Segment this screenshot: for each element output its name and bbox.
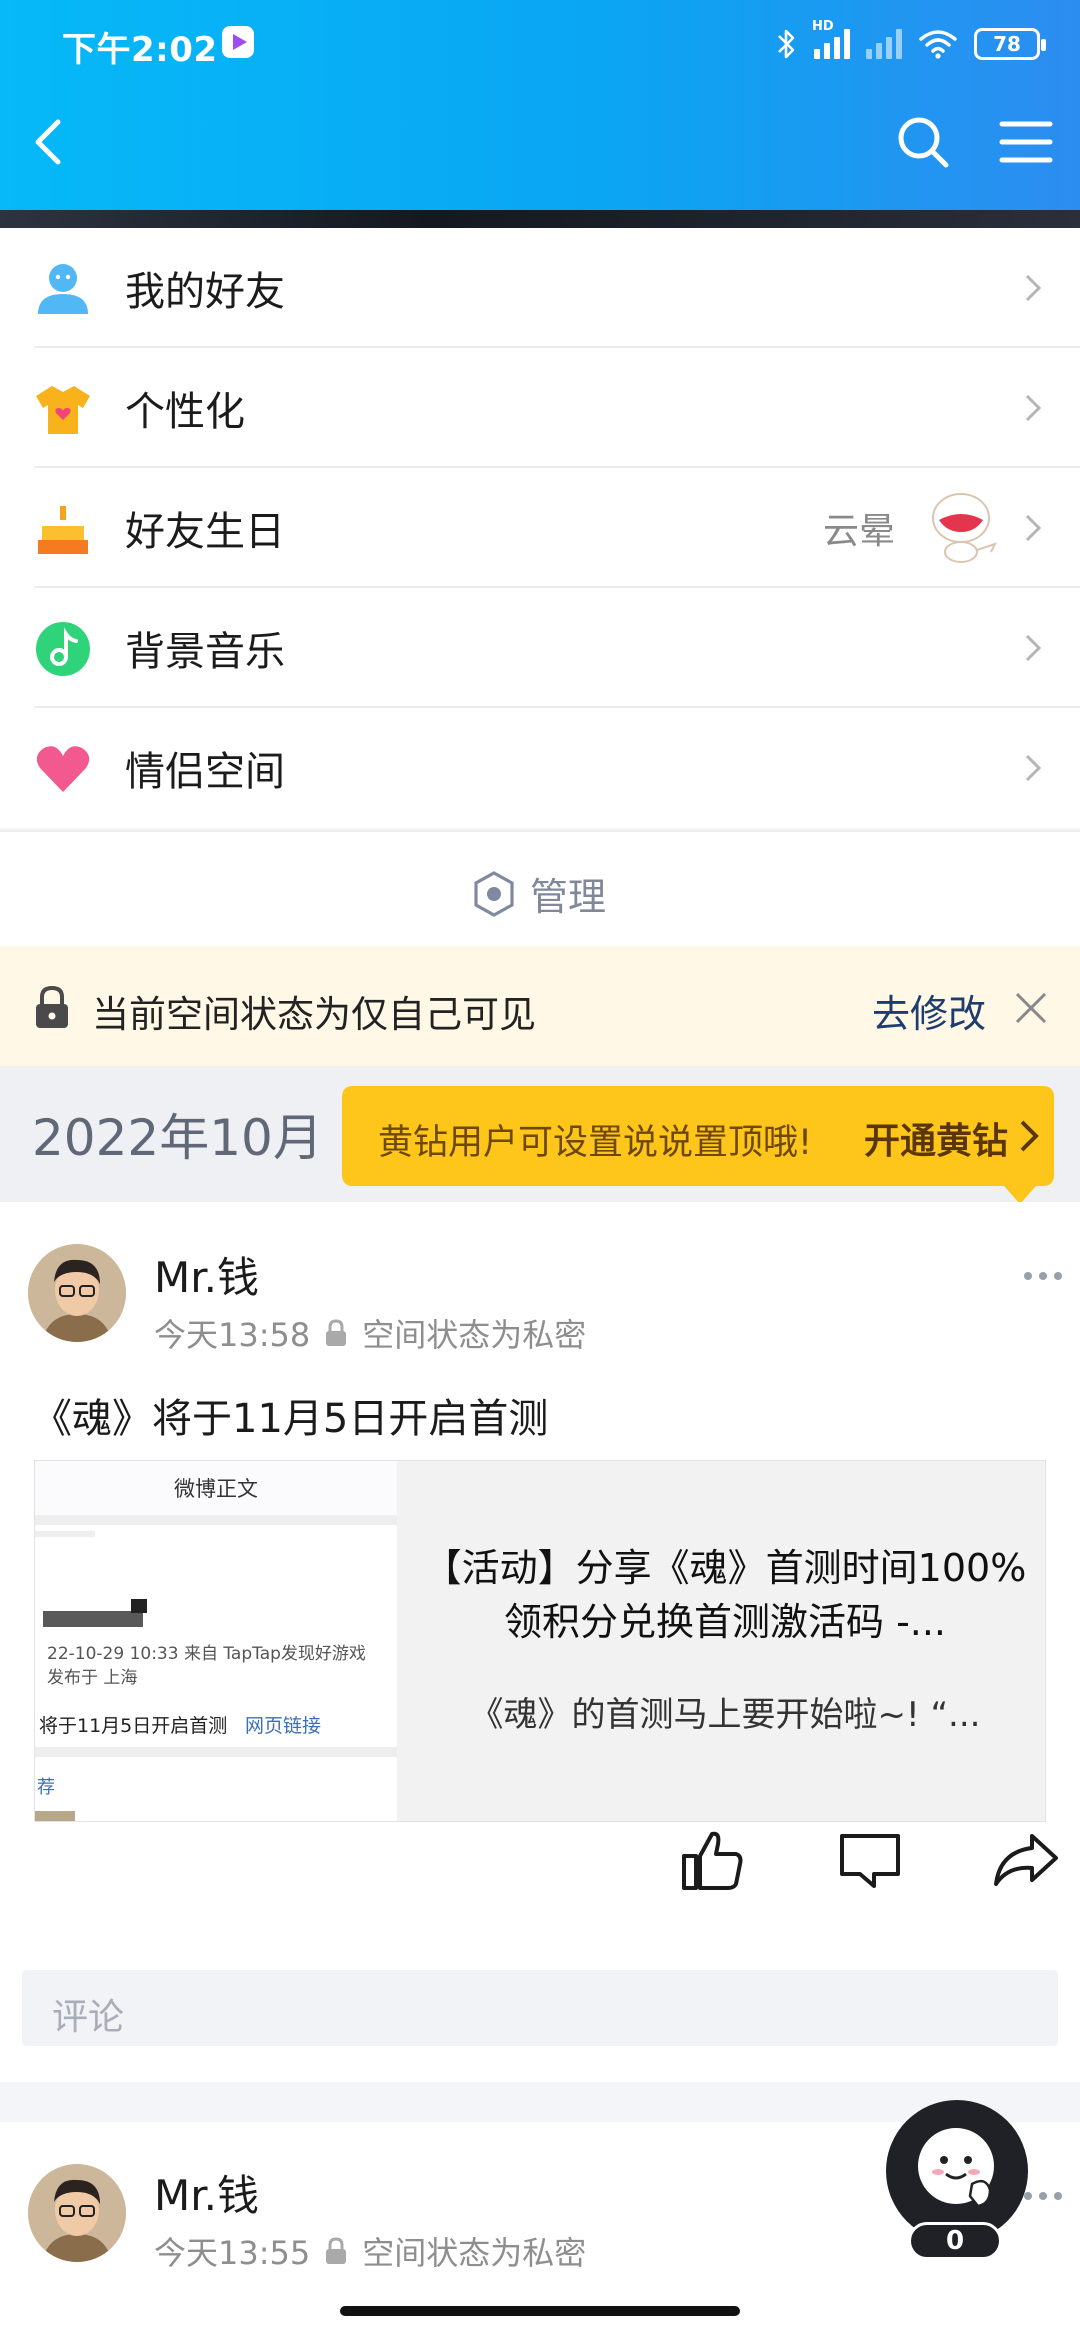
chevron-right-icon [1020,1120,1039,1152]
share-icon[interactable] [990,1824,1062,1896]
comment-input[interactable]: 评论 [22,1970,1058,2046]
manage-button[interactable]: 管理 [0,830,1080,946]
hexagon-settings-icon [474,870,514,917]
thumbnail-tag: 荐 [37,1777,55,1798]
thumbnail-line: 22-10-29 10:33 来自 TapTap发现好游戏 [47,1644,366,1664]
birthday-friend-name: 云晕 [822,511,895,552]
network-type-label: HD [812,19,834,34]
lock-icon [36,985,68,1028]
assistant-badge-count: 0 [908,2222,1002,2260]
post-time: 今天13:55 [154,2234,311,2272]
promo-cta[interactable]: 开通黄钻 [864,1112,1008,1164]
mascot-icon [918,2128,994,2208]
promo-text: 黄钻用户可设置说说置顶哦! [378,1123,813,1163]
lock-icon [326,1319,347,1346]
battery-icon: 78 [974,28,1046,60]
lock-icon [326,2237,347,2264]
more-options-icon[interactable] [1024,1272,1062,1280]
post-privacy: 空间状态为私密 [362,2234,587,2272]
comment-icon[interactable] [834,1824,906,1896]
menu-item-label: 情侣空间 [125,749,285,795]
shared-link-title: 【活动】分享《魂》首测时间100%领积分兑换首测激活码 -... [423,1546,1027,1644]
post-text: 《魂》将于11月5日开启首测 [32,1396,549,1442]
chevron-right-icon [1025,274,1042,302]
cover-image-strip [0,210,1080,228]
battery-level: 78 [993,32,1021,56]
timeline-month-header: 2022年10月 黄钻用户可设置说说置顶哦! 开通黄钻 [0,1066,1080,1204]
search-icon[interactable] [893,112,953,172]
menu-item-friends[interactable]: 我的好友 [0,228,1080,348]
status-bar: 下午2:02 HD 78 [0,0,1080,90]
menu-item-birthday[interactable]: 好友生日 云晕 [0,468,1080,588]
signal-icon-secondary [866,29,902,59]
post-meta: 今天13:55 空间状态为私密 [154,2228,586,2274]
close-icon[interactable] [1013,990,1049,1026]
signal-icon: HD [812,19,850,59]
thumbnail-line: 发布于 上海 [47,1668,138,1688]
modify-link[interactable]: 去修改 [872,983,986,1038]
status-icons: HD 78 [776,19,1046,64]
thumbnail-link: 网页链接 [245,1715,322,1737]
shared-link-card[interactable]: 微博正文 22-10-29 10:33 来自 TapTap发现好游戏 发布于 上… [34,1460,1046,1822]
post-privacy: 空间状态为私密 [362,1316,587,1354]
like-icon[interactable] [676,1824,748,1896]
wifi-icon [919,30,957,59]
menu-item-label: 背景音乐 [125,629,285,675]
notice-text: 当前空间状态为仅自己可见 [92,993,536,1036]
thumbnail-line: 将于11月5日开启首测 [39,1715,228,1737]
birthday-sticker-icon [932,493,997,563]
chevron-right-icon [1025,754,1042,782]
privacy-notice-bar: 当前空间状态为仅自己可见 去修改 [0,946,1080,1066]
comment-placeholder: 评论 [52,1997,125,2038]
tshirt-icon [36,386,90,434]
menu-item-personalize[interactable]: 个性化 [0,348,1080,468]
status-time: 下午2:02 [62,30,218,70]
post-author[interactable]: Mr.钱 [154,1244,259,1305]
post-meta: 今天13:58 空间状态为私密 [154,1310,586,1356]
avatar[interactable] [28,2164,126,2262]
music-note-icon [36,622,90,676]
yellow-diamond-promo-banner[interactable]: 黄钻用户可设置说说置顶哦! 开通黄钻 [342,1086,1054,1204]
bluetooth-icon [778,29,795,59]
avatar[interactable] [28,1244,126,1342]
month-label: 2022年10月 [32,1109,323,1167]
more-options-icon[interactable] [1024,2192,1062,2200]
space-menu: 我的好友 个性化 好友生日 云晕 背景音乐 情侣空间 [0,228,1080,828]
post-time: 今天13:58 [154,1316,311,1354]
heart-icon [36,746,90,792]
menu-item-label: 好友生日 [125,509,285,555]
chevron-right-icon [1025,634,1042,662]
hamburger-menu-icon[interactable] [998,114,1054,170]
floating-assistant-button[interactable] [886,2100,1028,2242]
friends-icon [38,264,88,314]
app-header: 下午2:02 HD 78 [0,0,1080,210]
shared-link-description: 《魂》的首测马上要开始啦~! “... [469,1695,981,1735]
chevron-right-icon [1025,394,1042,422]
app-notification-icon [222,26,254,58]
manage-label: 管理 [530,875,607,919]
feed-post: Mr.钱 今天13:58 空间状态为私密 《魂》将于11月5日开启首测 微博正文… [0,1202,1080,2082]
cake-icon [38,506,88,554]
thumbnail-header: 微博正文 [35,1461,397,1525]
menu-item-music[interactable]: 背景音乐 [0,588,1080,708]
back-button[interactable] [20,112,80,172]
link-thumbnail: 微博正文 22-10-29 10:33 来自 TapTap发现好游戏 发布于 上… [35,1461,397,1821]
home-indicator[interactable] [340,2306,740,2316]
menu-item-label: 个性化 [125,389,245,435]
menu-item-label: 我的好友 [125,269,285,315]
chevron-right-icon [1025,514,1042,542]
post-author[interactable]: Mr.钱 [154,2162,259,2223]
menu-item-couple-space[interactable]: 情侣空间 [0,708,1080,828]
